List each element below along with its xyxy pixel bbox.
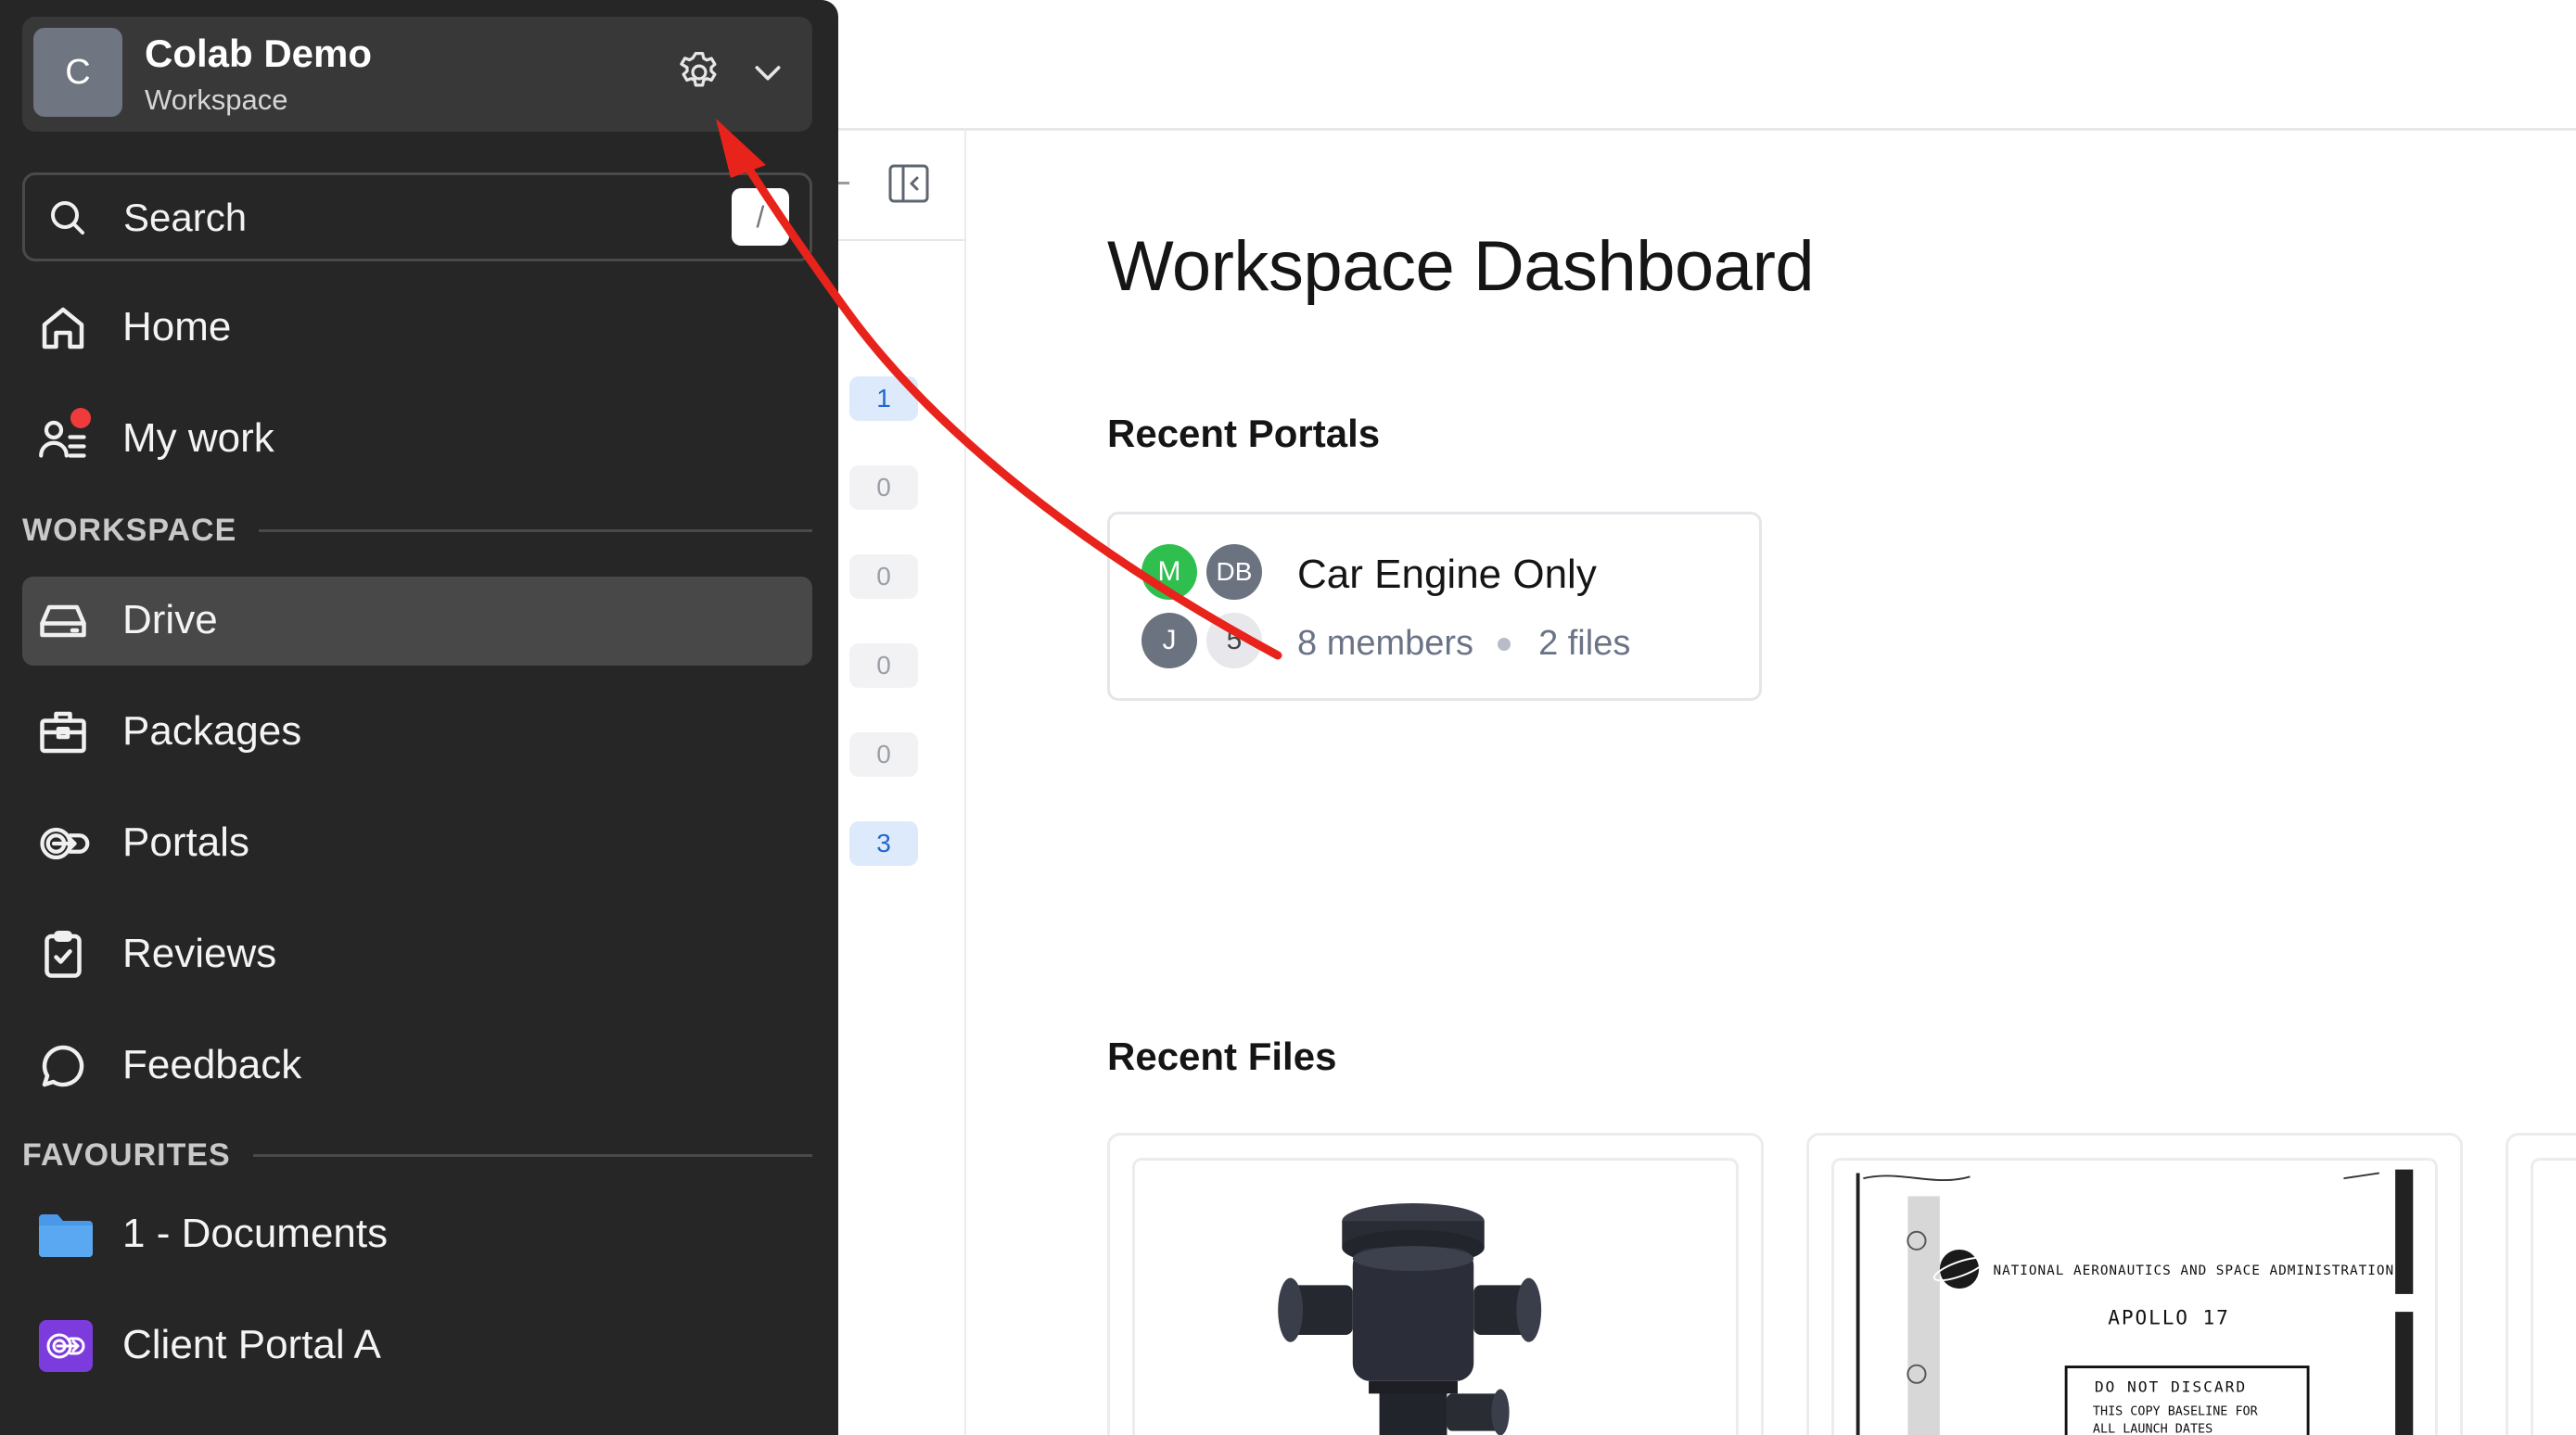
document-line: ALL LAUNCH DATES	[2093, 1423, 2213, 1435]
nav-item-label: Home	[122, 304, 232, 349]
search-icon	[45, 196, 90, 240]
count-badge: 0	[849, 554, 918, 599]
member-avatar: DB	[1206, 544, 1262, 600]
count-badge: 1	[849, 376, 918, 421]
count-badge: 0	[849, 732, 918, 777]
member-avatar: J	[1141, 613, 1197, 668]
review-icon	[35, 927, 91, 983]
pump-model-thumbnail	[1132, 1158, 1739, 1435]
notification-dot	[70, 408, 91, 428]
search-input[interactable]	[123, 190, 717, 246]
file-thumbnail	[2531, 1158, 2576, 1435]
portal-meta: 8 members 2 files	[1297, 624, 1630, 664]
section-divider	[259, 528, 812, 532]
more-members-badge: 5	[1206, 613, 1262, 668]
document-line: NATIONAL AERONAUTICS AND SPACE ADMINISTR…	[1993, 1264, 2394, 1278]
count-badge: 0	[849, 465, 918, 510]
favourite-client-portal-a[interactable]: Client Portal A	[22, 1302, 812, 1391]
nav-item-packages[interactable]: Packages	[22, 688, 812, 777]
column-divider	[964, 130, 966, 1435]
portal-files-count: 2 files	[1538, 624, 1631, 663]
nav-item-home[interactable]: Home	[22, 284, 812, 373]
favourites-section-header: FAVOURITES	[22, 1135, 812, 1175]
portal-members-count: 8 members	[1297, 624, 1474, 663]
document-line: APOLLO 17	[2108, 1306, 2230, 1329]
section-divider	[252, 1153, 812, 1157]
nav-item-feedback[interactable]: Feedback	[22, 1022, 812, 1111]
nav-item-label: Packages	[122, 708, 302, 754]
nav-item-label: Drive	[122, 597, 218, 642]
nav-item-my-work[interactable]: My work	[22, 395, 812, 484]
count-badge: 0	[849, 643, 918, 688]
nav-item-label: Portals	[122, 819, 249, 865]
apollo-document-thumbnail: NATIONAL AERONAUTICS AND SPACE ADMINISTR…	[1831, 1158, 2438, 1435]
portal-card[interactable]: M DB J 5 Car Engine Only 8 members 2 fil…	[1107, 512, 1762, 701]
favourite-documents[interactable]: 1 - Documents	[22, 1190, 812, 1279]
section-label: WORKSPACE	[22, 512, 237, 548]
nav-item-label: Feedback	[122, 1042, 302, 1087]
recent-portals-heading: Recent Portals	[1107, 412, 1381, 455]
subnav-divider	[835, 239, 966, 241]
section-label: FAVOURITES	[22, 1137, 231, 1173]
page-title: Workspace Dashboard	[1107, 227, 1815, 306]
workspace-name: Colab Demo	[145, 32, 373, 75]
gear-icon[interactable]	[675, 48, 723, 96]
portal-name: Car Engine Only	[1297, 552, 1597, 597]
nav-item-reviews[interactable]: Reviews	[22, 910, 812, 999]
separator-dot	[1498, 637, 1511, 651]
feedback-icon	[35, 1038, 91, 1094]
nav-item-label: My work	[122, 415, 274, 461]
portal-icon	[37, 1320, 95, 1372]
sidebar: C Colab Demo Workspace /	[0, 0, 838, 1435]
search-shortcut-key: /	[732, 188, 789, 246]
workspace-switcher[interactable]: C Colab Demo Workspace	[22, 17, 812, 132]
file-card[interactable]	[1107, 1133, 1764, 1435]
workspace-avatar: C	[33, 28, 122, 117]
document-line: THIS COPY BASELINE FOR	[2093, 1404, 2259, 1418]
nav-item-portals[interactable]: Portals	[22, 799, 812, 888]
nav-item-label: Client Portal A	[122, 1322, 381, 1367]
topbar-divider	[835, 128, 2576, 131]
nav-item-drive[interactable]: Drive	[22, 577, 812, 666]
count-badge: 3	[849, 821, 918, 866]
package-icon	[35, 705, 91, 760]
file-card[interactable]: NATIONAL AERONAUTICS AND SPACE ADMINISTR…	[1806, 1133, 2463, 1435]
workspace-subtitle: Workspace	[145, 83, 288, 116]
drive-icon	[35, 593, 91, 649]
chevron-down-icon[interactable]	[749, 54, 786, 91]
file-card[interactable]	[2506, 1133, 2576, 1435]
search-box[interactable]: /	[22, 172, 812, 261]
portal-icon	[35, 816, 91, 871]
nav-item-label: 1 - Documents	[122, 1211, 389, 1256]
folder-icon	[37, 1209, 95, 1261]
member-avatar: M	[1141, 544, 1197, 600]
workspace-section-header: WORKSPACE	[22, 510, 812, 551]
home-icon	[35, 300, 91, 356]
document-line: DO NOT DISCARD	[2095, 1378, 2247, 1395]
collapse-panel-icon[interactable]	[886, 161, 931, 206]
nav-item-label: Reviews	[122, 931, 277, 976]
recent-files-heading: Recent Files	[1107, 1035, 1337, 1078]
